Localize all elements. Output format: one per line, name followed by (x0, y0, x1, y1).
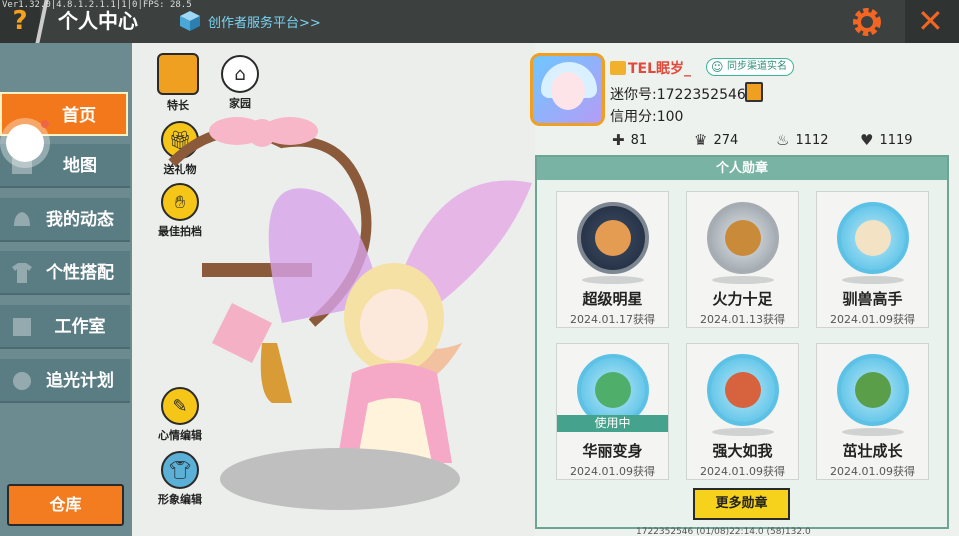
sidebar-item-studio[interactable]: 工作室 (0, 305, 130, 349)
house-icon: ⌂ (221, 55, 259, 93)
character-stage-shadow (220, 448, 460, 510)
sidebar-item-outfit[interactable]: 个性搭配 (0, 251, 130, 295)
medal-date: 2024.01.17获得 (570, 313, 655, 326)
close-icon: ✕ (917, 2, 944, 40)
medal-card[interactable]: 茁壮成长 2024.01.09获得 (816, 343, 929, 480)
medal-name: 驯兽高手 (842, 290, 903, 308)
medal-icon (707, 202, 779, 274)
medal-name: 强大如我 (712, 442, 773, 460)
cube-icon (180, 11, 200, 31)
creator-platform-link[interactable]: 创作者服务平台>> (178, 7, 321, 35)
more-medals-button[interactable]: 更多勋章 (693, 488, 790, 520)
sidebar-item-label: 追光计划 (46, 371, 114, 391)
sidebar-item-label: 个性搭配 (46, 263, 114, 283)
nickname: TEL眠岁_ (610, 58, 691, 78)
close-button[interactable]: ✕ (905, 0, 959, 43)
trophy-icon: ♛ (694, 131, 708, 149)
medal-name: 超级明星 (582, 290, 643, 308)
medal-icon (707, 354, 779, 426)
medal-card[interactable]: 强大如我 2024.01.09获得 (686, 343, 799, 480)
avatar[interactable] (530, 53, 605, 126)
medal-card[interactable]: 驯兽高手 2024.01.09获得 (816, 191, 929, 328)
medal-name: 华丽变身 (582, 442, 643, 460)
character-showcase: 特长 ⌂ 家园 🎁︎ 送礼物 ✋︎ 最佳拍档 ✎ 心情编辑 👕︎ 形象编辑 (132, 43, 535, 536)
stat-fire: ♨ 1112 (776, 131, 829, 149)
mood-edit-button[interactable]: ✎ 心情编辑 (150, 387, 210, 443)
medal-date: 2024.01.09获得 (700, 465, 785, 478)
medal-card[interactable]: 超级明星 2024.01.17获得 (556, 191, 669, 328)
plus-icon: ✚ (612, 131, 625, 149)
image-edit-button[interactable]: 👕︎ 形象编辑 (150, 451, 210, 507)
medal-panel-title: 个人勋章 (537, 157, 947, 180)
warehouse-button[interactable]: 仓库 (7, 484, 124, 526)
medal-icon (837, 354, 909, 426)
bell-icon (14, 212, 30, 226)
flame-icon: ♨ (776, 131, 790, 149)
vip-tag-icon (610, 61, 626, 75)
medal-card[interactable]: 使用中 华丽变身 2024.01.09获得 (556, 343, 669, 480)
sidebar-item-my-feed[interactable]: 我的动态 (0, 198, 130, 242)
sidebar-item-label: 我的动态 (46, 210, 114, 230)
heart-icon: ♥ (860, 131, 874, 149)
credit-score: 信用分:100 (610, 109, 684, 125)
sidebar-item-label: 首页 (62, 106, 96, 126)
medal-date: 2024.01.09获得 (830, 313, 915, 326)
flame-icon (157, 53, 199, 95)
medal-date: 2024.01.09获得 (830, 465, 915, 478)
sidebar-item-label: 地图 (63, 156, 97, 176)
notification-dot (41, 120, 49, 128)
medal-card[interactable]: 火力十足 2024.01.13获得 (686, 191, 799, 328)
outfit-icon: 👕︎ (161, 451, 199, 489)
light-icon (13, 372, 31, 390)
user-id: 迷你号:1722352546 (610, 87, 746, 103)
medal-date: 2024.01.09获得 (570, 465, 655, 478)
sidebar-item-label: 工作室 (54, 317, 106, 337)
medal-date: 2024.01.13获得 (700, 313, 785, 326)
tools-icon (13, 318, 31, 336)
debug-overlay: Ver1.32.0|4.8.1.2.1.1|1|0|FPS: 28.5 (2, 0, 192, 10)
verify-badge[interactable]: 同步渠道实名 (706, 58, 794, 76)
gear-icon[interactable] (850, 5, 884, 39)
stat-hearts: ♥ 1119 (860, 131, 913, 149)
shirt-icon (12, 263, 32, 283)
creator-link-label: 创作者服务平台>> (208, 15, 321, 31)
image-edit-label: 形象编辑 (158, 493, 202, 506)
medal-name: 火力十足 (712, 290, 773, 308)
medal-name: 茁壮成长 (842, 442, 903, 460)
medal-icon (577, 202, 649, 274)
sidebar: 首页 地图 我的动态 个性搭配 工作室 追光计划 仓库 (0, 43, 132, 536)
medal-panel: 个人勋章 超级明星 2024.01.17获得 火力十足 2024.01.13获得… (535, 155, 949, 529)
sidebar-item-chase-light[interactable]: 追光计划 (0, 359, 130, 403)
stat-likes: ✚ 81 (612, 131, 648, 149)
in-use-badge: 使用中 (557, 415, 668, 432)
copy-icon[interactable] (745, 82, 763, 102)
edit-icon: ✎ (161, 387, 199, 425)
stat-followers: ♛ 274 (694, 131, 739, 149)
virtual-joystick[interactable] (6, 124, 44, 162)
mood-edit-label: 心情编辑 (158, 429, 202, 442)
medal-icon (837, 202, 909, 274)
top-bar: ? 个人中心 Ver1.32.0|4.8.1.2.1.1|1|0|FPS: 28… (0, 0, 959, 43)
footer-info: 1722352546 (01/08)22:14.0 (58)132.0 (636, 527, 811, 536)
